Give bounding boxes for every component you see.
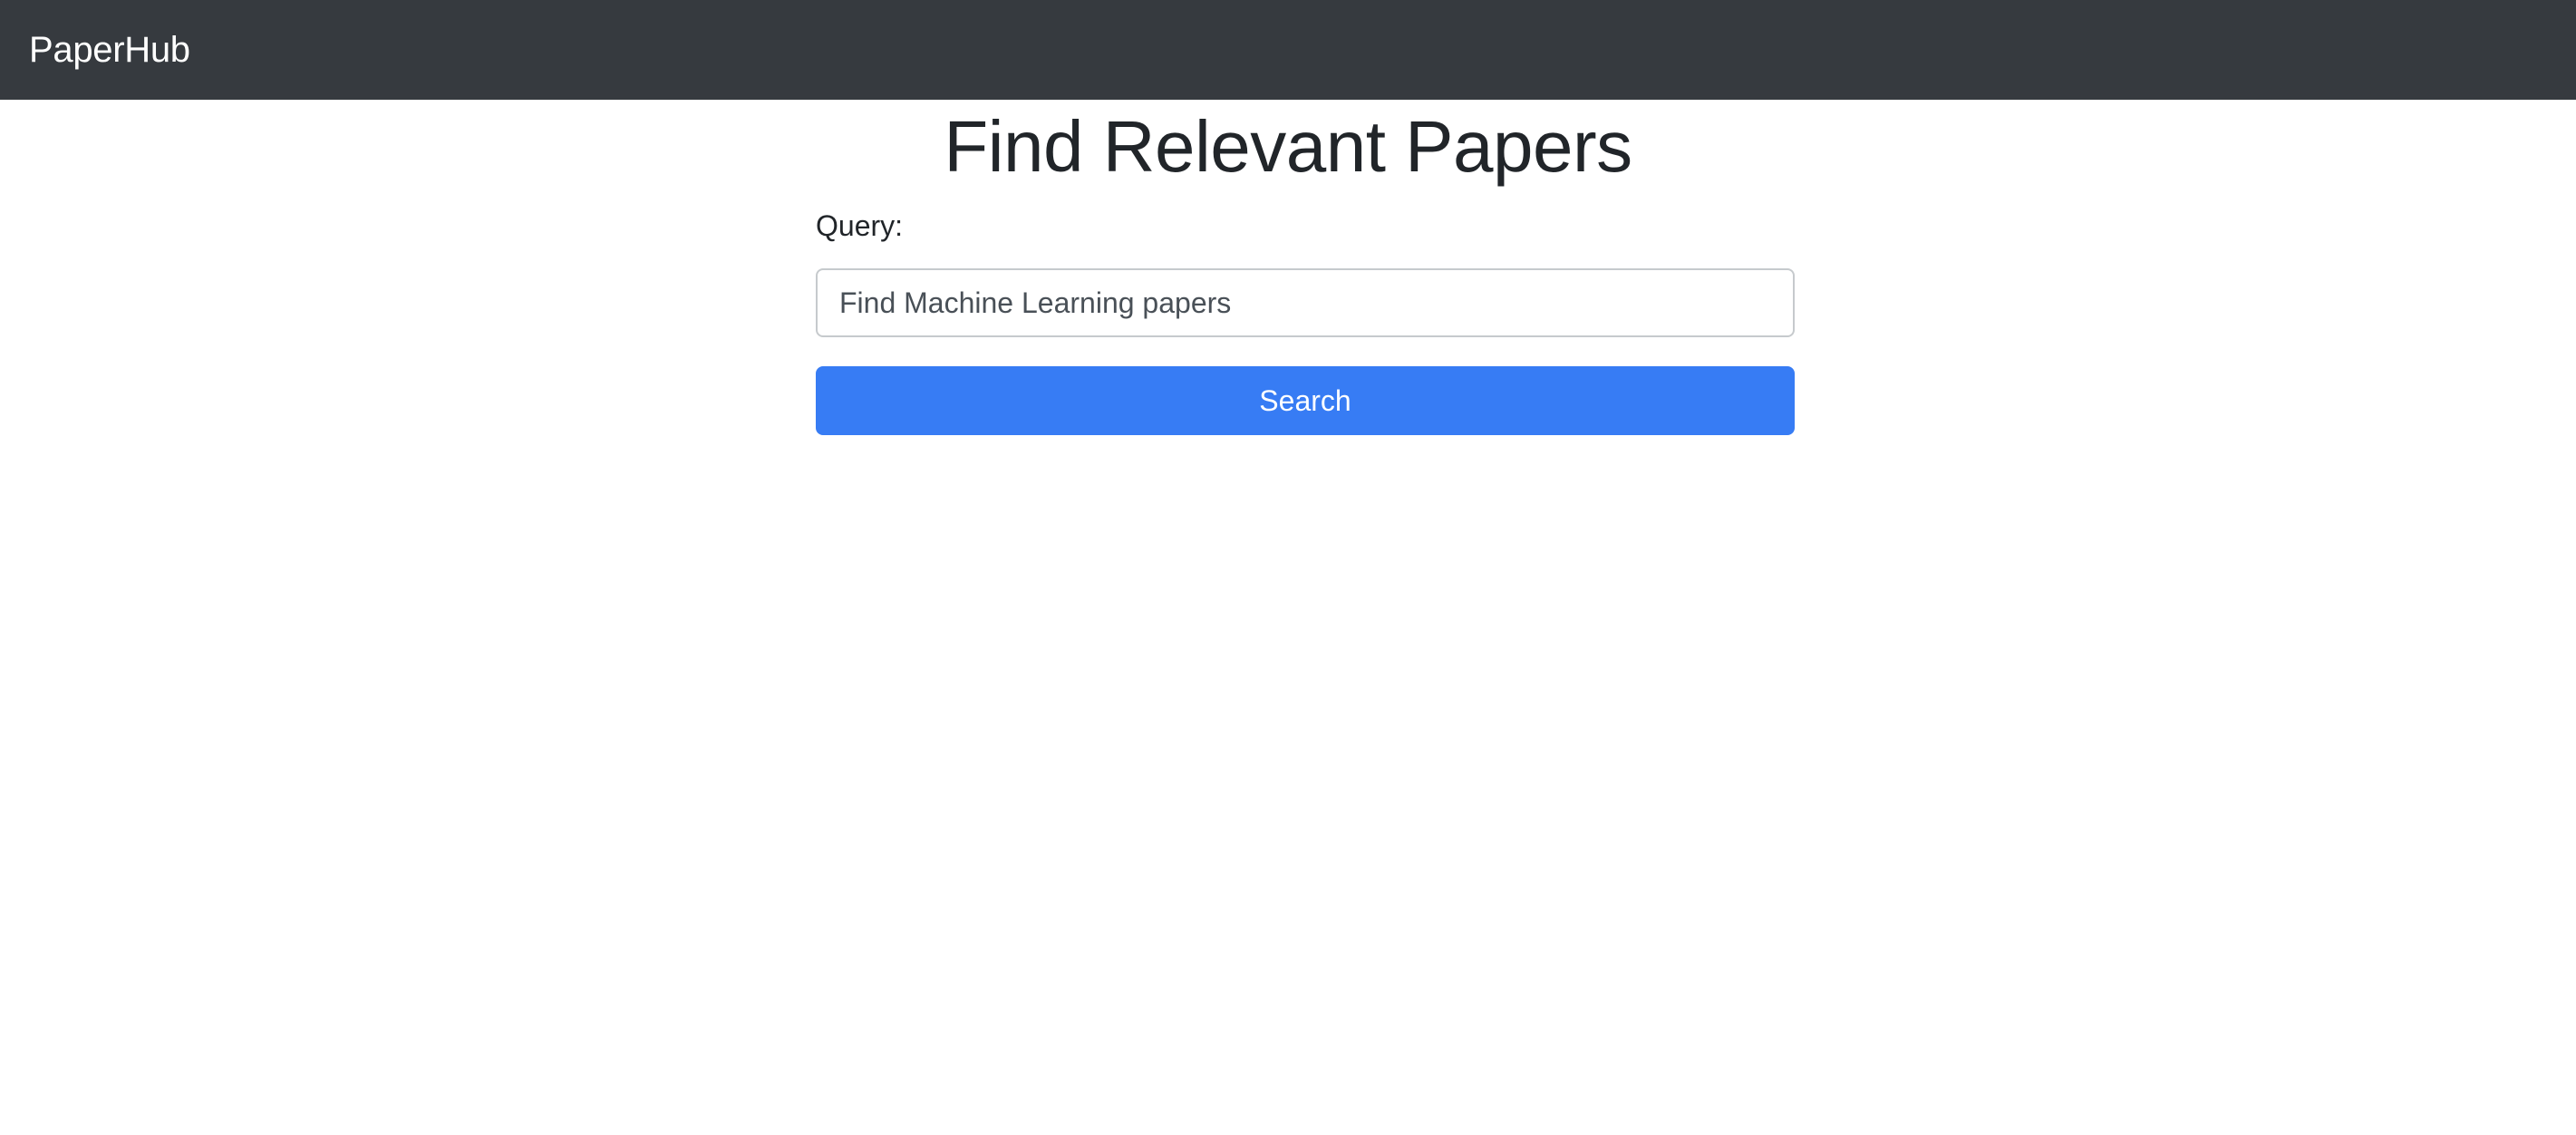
query-label: Query: (816, 209, 904, 242)
search-form: Query: Search (816, 203, 1795, 435)
navbar: PaperHub (0, 0, 2576, 100)
brand-link[interactable]: PaperHub (29, 0, 190, 100)
main-content: Find Relevant Papers Query: Search (0, 100, 2576, 1135)
query-input[interactable] (816, 268, 1795, 337)
page-title: Find Relevant Papers (944, 106, 1632, 187)
search-button[interactable]: Search (816, 366, 1795, 435)
